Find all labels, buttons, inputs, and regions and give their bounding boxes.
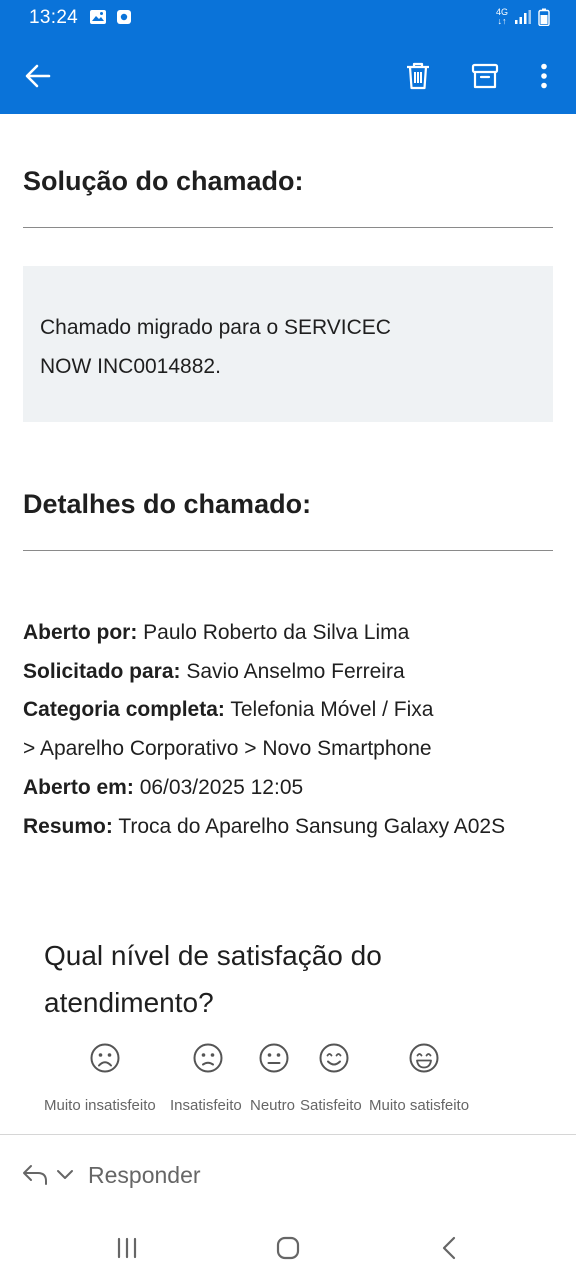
- system-navigation-bar: [0, 1218, 576, 1280]
- detail-requested-for: Solicitado para: Savio Anselmo Ferreira: [23, 653, 563, 692]
- recent-apps-icon[interactable]: [116, 1237, 138, 1259]
- detail-category-continued: > Aparelho Corporativo > Novo Smartphone: [23, 737, 432, 761]
- solution-text-line1: Chamado migrado para o SERVICEC: [40, 316, 391, 339]
- status-bar: 13:24 4G ↓↑: [0, 0, 576, 38]
- reply-label[interactable]: Responder: [88, 1162, 201, 1189]
- survey-question-line2: atendimento?: [44, 987, 214, 1018]
- detail-value: Savio Anselmo Ferreira: [180, 659, 405, 683]
- delete-button[interactable]: [398, 56, 438, 96]
- reply-icon[interactable]: [21, 1163, 49, 1187]
- solution-heading: Solução do chamado:: [23, 166, 304, 196]
- back-button[interactable]: [18, 56, 58, 96]
- signal-icon: [515, 10, 531, 24]
- email-body: Solução do chamado: Chamado migrado para…: [0, 114, 576, 1134]
- detail-label: Aberto por:: [23, 621, 138, 644]
- trash-icon: [407, 62, 429, 90]
- detail-label: Aberto em:: [23, 775, 134, 799]
- survey-option-label[interactable]: Insatisfeito: [170, 1097, 242, 1114]
- detail-label: Resumo:: [23, 814, 113, 838]
- archive-button[interactable]: [465, 56, 505, 96]
- app-bar: 13:24 4G ↓↑: [0, 0, 576, 114]
- survey-option-label[interactable]: Neutro: [250, 1097, 295, 1114]
- details-list: Aberto por: Paulo Roberto da Silva Lima …: [23, 614, 563, 846]
- divider: [23, 227, 553, 228]
- reply-bar[interactable]: Responder: [0, 1134, 576, 1218]
- detail-value: Telefonia Móvel / Fixa: [224, 698, 434, 722]
- very-satisfied-face-icon[interactable]: [408, 1042, 440, 1074]
- solution-text-line2: NOW INC0014882.: [40, 355, 221, 378]
- more-options-button[interactable]: [524, 56, 564, 96]
- survey-question-line1: Qual nível de satisfação do: [44, 940, 382, 971]
- more-vertical-icon: [541, 63, 547, 89]
- survey-option-label[interactable]: Satisfeito: [300, 1097, 362, 1114]
- divider: [23, 550, 553, 551]
- solution-box: Chamado migrado para o SERVICEC NOW INC0…: [23, 266, 553, 422]
- detail-value: Troca do Aparelho Sansung Galaxy A02S: [112, 814, 506, 838]
- data-arrows-icon: ↓↑: [497, 16, 507, 26]
- detail-value: 06/03/2025 12:05: [133, 775, 304, 799]
- detail-opened-by: Aberto por: Paulo Roberto da Silva Lima: [23, 614, 563, 653]
- battery-icon: [538, 8, 550, 26]
- chevron-down-icon[interactable]: [56, 1169, 74, 1181]
- status-time: 13:24: [29, 7, 79, 28]
- app-notification-icon: [117, 10, 131, 24]
- very-dissatisfied-face-icon[interactable]: [89, 1042, 121, 1074]
- home-icon[interactable]: [276, 1236, 300, 1260]
- details-heading: Detalhes do chamado:: [23, 489, 312, 519]
- status-right-group: 4G ↓↑: [496, 8, 550, 26]
- neutral-face-icon[interactable]: [258, 1042, 290, 1074]
- arrow-left-icon: [25, 64, 51, 88]
- network-indicator: 4G ↓↑: [496, 8, 508, 26]
- back-nav-icon[interactable]: [441, 1236, 457, 1260]
- gallery-notification-icon: [90, 10, 106, 24]
- satisfied-face-icon[interactable]: [318, 1042, 350, 1074]
- survey-option-label[interactable]: Muito insatisfeito: [44, 1097, 156, 1114]
- dissatisfied-face-icon[interactable]: [192, 1042, 224, 1074]
- detail-summary: Resumo: Troca do Aparelho Sansung Galaxy…: [23, 808, 563, 847]
- archive-icon: [471, 63, 499, 89]
- detail-value: Paulo Roberto da Silva Lima: [137, 621, 410, 644]
- detail-opened-at: Aberto em: 06/03/2025 12:05: [23, 769, 563, 808]
- survey-question: Qual nível de satisfação do atendimento?: [44, 932, 524, 1026]
- detail-label: Categoria completa:: [23, 698, 225, 722]
- detail-label: Solicitado para:: [23, 659, 181, 683]
- email-toolbar: [0, 38, 576, 114]
- detail-category: Categoria completa: Telefonia Móvel / Fi…: [23, 691, 563, 730]
- survey-option-label[interactable]: Muito satisfeito: [369, 1097, 469, 1114]
